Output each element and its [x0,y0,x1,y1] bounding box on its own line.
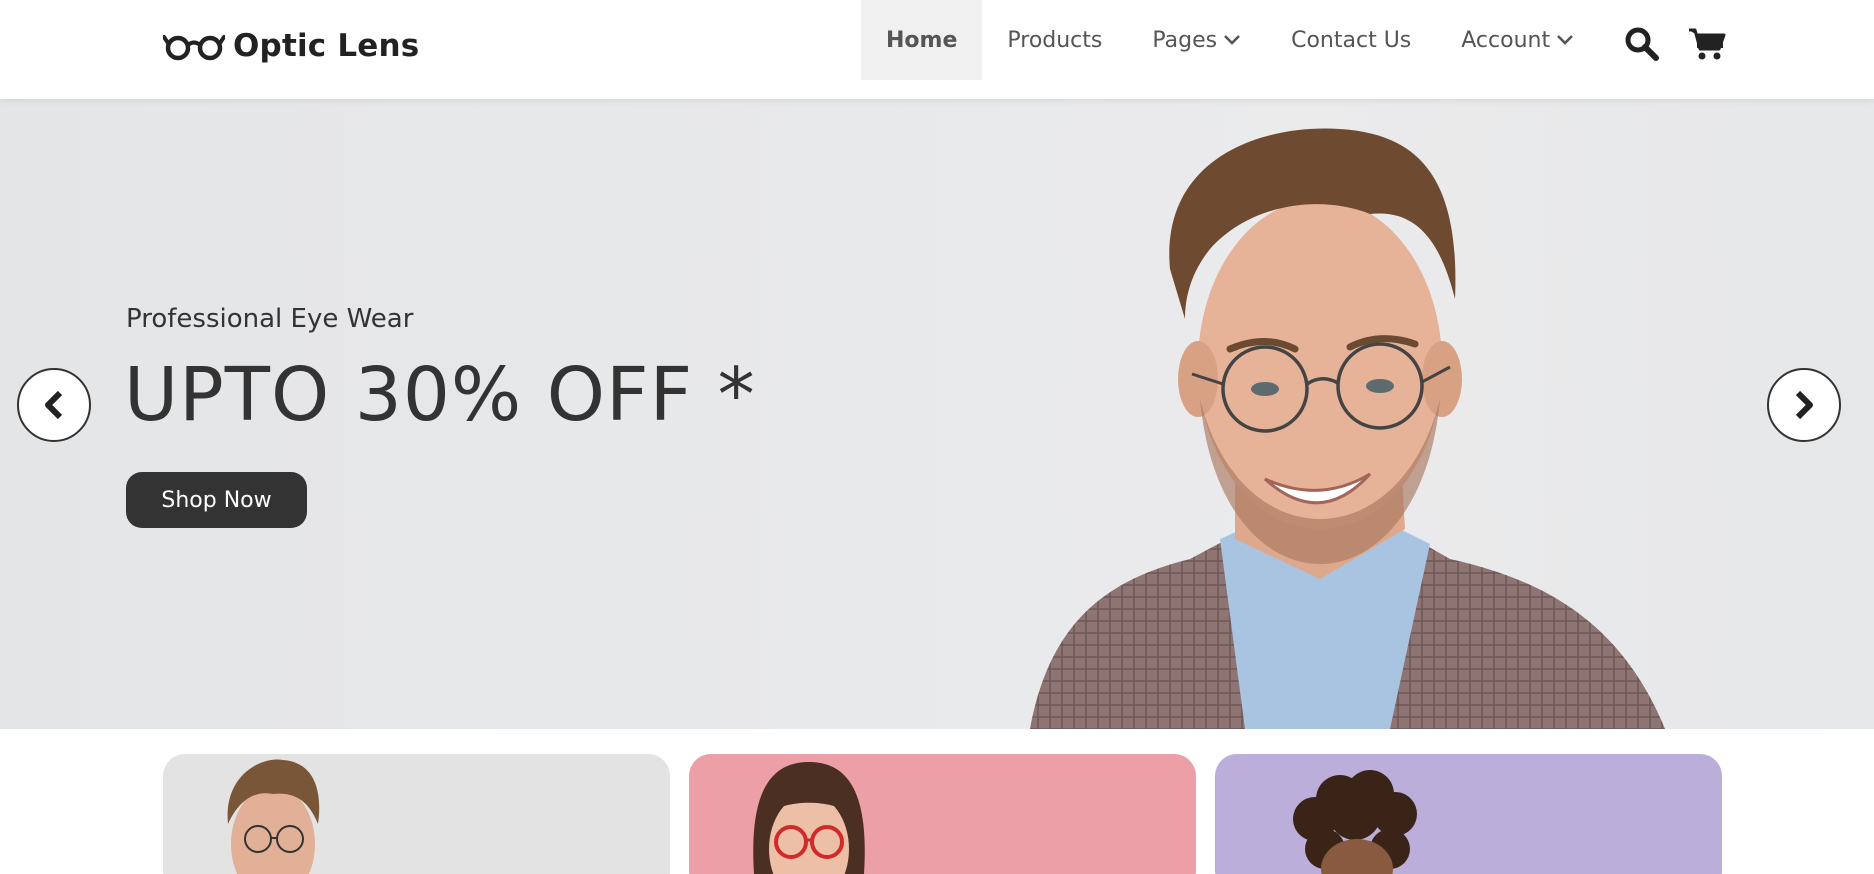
search-button[interactable] [1624,26,1660,62]
nav-icons [1624,26,1726,62]
nav-pages[interactable]: Pages [1127,0,1266,80]
category-card-women[interactable] [689,754,1196,874]
category-card-men[interactable] [163,754,670,874]
woman-with-glasses-image [753,762,865,874]
carousel-next-button[interactable] [1767,368,1841,442]
nav-account-label: Account [1461,27,1551,53]
search-icon [1625,27,1659,61]
hero-carousel: Professional Eye Wear UPTO 30% OFF * Sho… [0,99,1874,729]
main-nav: Home Products Pages Contact Us Account [861,0,1599,80]
cart-icon [1689,28,1726,60]
shop-now-button[interactable]: Shop Now [126,472,307,528]
nav-products-label: Products [1007,27,1103,53]
cart-button[interactable] [1688,27,1726,61]
nav-contact-label: Contact Us [1291,27,1412,53]
chevron-left-icon [45,390,63,420]
nav-pages-label: Pages [1152,27,1218,53]
hero-subtitle: Professional Eye Wear [126,304,414,334]
nav-home[interactable]: Home [861,0,983,80]
carousel-prev-button[interactable] [17,368,91,442]
nav-products[interactable]: Products [982,0,1127,80]
hero-model-image [1030,128,1665,729]
nav-contact[interactable]: Contact Us [1266,0,1436,80]
navbar: Optic Lens Home Products Pages Contact U… [0,0,1874,99]
brand-logo[interactable]: Optic Lens [163,24,419,68]
man-with-glasses-image [227,759,320,874]
chevron-right-icon [1795,390,1813,420]
nav-home-label: Home [886,27,958,53]
category-cards [163,754,1722,874]
nav-account[interactable]: Account [1436,0,1599,80]
glasses-icon [163,35,225,61]
chevron-down-icon [1224,35,1241,45]
chevron-down-icon [1557,35,1574,45]
category-card-kids[interactable] [1215,754,1722,874]
curly-hair-person-image [1293,770,1417,874]
brand-name: Optic Lens [233,28,420,64]
hero-title: UPTO 30% OFF * [124,352,756,438]
